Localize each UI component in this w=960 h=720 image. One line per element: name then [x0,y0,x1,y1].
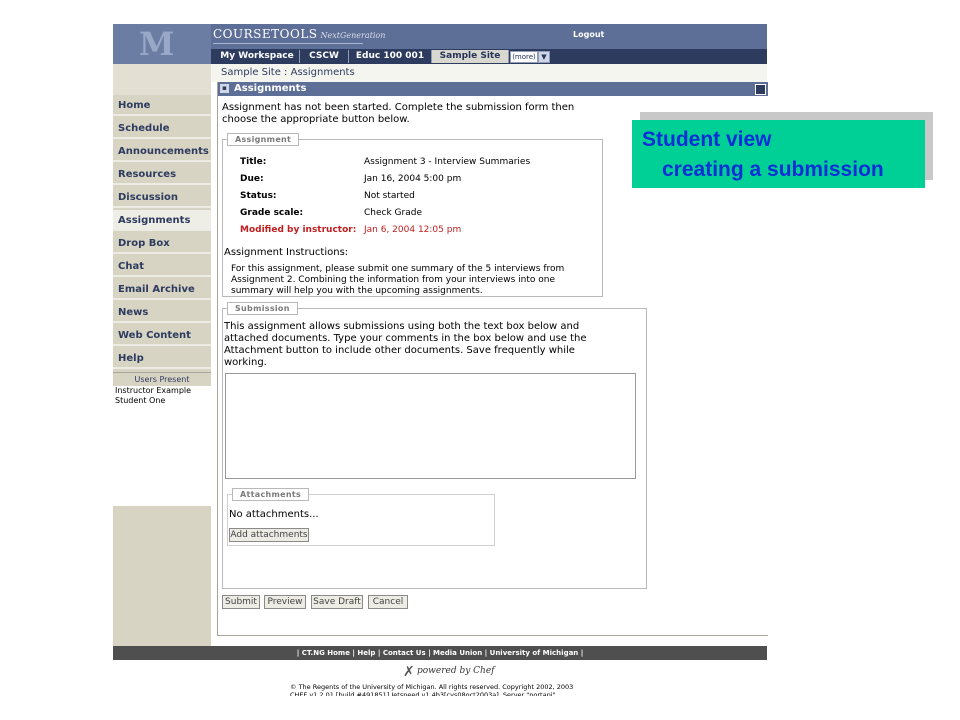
status-intro-line: choose the appropriate button below. [222,114,410,125]
powered-by-text: powered by Chef [417,666,495,676]
detail-value: Assignment 3 - Interview Summaries [364,157,531,167]
callout-line: Student view [642,128,772,151]
instructions-line: Assignment 2. Combining the information … [231,275,555,285]
detail-value: Check Grade [364,208,422,218]
sidebar-item-drop-box[interactable]: Drop Box [113,233,211,254]
submission-help-line: Attachment button to include other docum… [224,345,575,356]
sidebar-top-spacer [113,64,211,95]
tab-sample-site[interactable]: Sample Site [432,50,509,63]
instructions-line: For this assignment, please submit one s… [231,264,565,274]
detail-value: Not started [364,191,415,201]
sidebar-item-help[interactable]: Help [113,348,211,369]
tool-title: Assignments [234,83,307,94]
submission-help-line: attached documents. Type your comments i… [224,333,587,344]
submission-help-line: working. [224,357,267,368]
footer-links[interactable]: | CT.NG Home | Help | Contact Us | Media… [113,646,767,660]
page-title: Sample Site : Assignments [221,67,355,78]
detail-label: Due: [240,174,264,184]
sidebar-item-schedule[interactable]: Schedule [113,118,211,139]
detail-label: Modified by instructor: [240,225,357,235]
user-name: Student One [115,396,166,405]
brand-subtitle: NextGeneration [320,31,386,40]
site-tabs: My Workspace CSCW Educ 100 001 Sample Si… [211,49,767,64]
tool-title-bar: ▪ Assignments [218,82,768,96]
copyright-line: CHEF v1.2.01 [build #491851] Jetspeed v1… [290,691,556,696]
annotation-callout: Student view creating a submission [632,120,925,188]
brand-title: COURSETOOLS NextGeneration [213,27,385,41]
university-logo[interactable]: M [113,24,211,64]
detail-label: Title: [240,157,267,167]
status-intro-line: Assignment has not been started. Complet… [222,102,575,113]
users-present-list: Instructor Example Student One [113,386,211,506]
instructions-label: Assignment Instructions: [224,247,349,258]
preview-button[interactable]: Preview [264,595,306,609]
tool-sidebar: Home Schedule Announcements Resources Di… [113,64,211,648]
chevron-down-icon[interactable]: ▼ [538,51,550,63]
detail-label: Status: [240,191,277,201]
sidebar-bottom-fill [113,506,211,648]
chef-logo-icon: ✗ [403,664,415,680]
tool-reset-icon[interactable]: ▪ [220,84,229,93]
users-present-heading: Users Present [113,372,211,386]
logout-link[interactable]: Logout [573,30,604,39]
attachments-box: Attachments No attachments... Add attach… [227,488,495,546]
site-title-bar: Sample Site : Assignments [211,64,767,82]
submission-text-area[interactable] [225,373,636,479]
sidebar-item-home[interactable]: Home [113,95,211,116]
submission-help-line: This assignment allows submissions using… [224,321,580,332]
copyright-line: © The Regents of the University of Michi… [290,683,574,691]
tab-educ-100-001[interactable]: Educ 100 001 [349,50,432,63]
more-sites-select[interactable]: (more) [510,51,538,63]
no-attachments-text: No attachments... [229,509,319,520]
sidebar-item-chat[interactable]: Chat [113,256,211,277]
detail-value: Jan 6, 2004 12:05 pm [364,225,462,235]
attachments-legend: Attachments [232,488,310,501]
powered-by-chef-logo: ✗ powered by Chef [403,664,523,680]
submission-box: Submission This assignment allows submis… [222,302,647,589]
tab-cscw[interactable]: CSCW [300,50,349,63]
brand-name: COURSETOOLS [213,27,318,41]
copyright-text: © The Regents of the University of Michi… [290,683,630,696]
user-name: Instructor Example [115,386,192,395]
assignment-details-box: Assignment Title: Assignment 3 - Intervi… [222,133,603,297]
sidebar-item-assignments[interactable]: Assignments [113,210,211,231]
cancel-button[interactable]: Cancel [368,595,408,609]
instructions-line: summary will help you with the upcoming … [231,286,483,296]
sidebar-item-discussion[interactable]: Discussion [113,187,211,208]
block-m-logo-icon: M [139,25,174,63]
sidebar-item-announcements[interactable]: Announcements [113,141,211,162]
detail-label: Grade scale: [240,208,304,218]
sidebar-item-news[interactable]: News [113,302,211,323]
assignment-legend: Assignment [227,133,300,146]
sidebar-item-web-content[interactable]: Web Content [113,325,211,346]
maximize-icon[interactable] [755,84,766,95]
save-draft-button[interactable]: Save Draft [311,595,363,609]
callout-line: creating a submission [662,158,884,181]
site-header: COURSETOOLS NextGeneration Logout [113,24,767,49]
brand-underline [213,43,363,44]
submit-button[interactable]: Submit [222,595,260,609]
tab-my-workspace[interactable]: My Workspace [215,50,300,63]
submission-legend: Submission [227,302,298,315]
add-attachments-button[interactable]: Add attachments [229,528,309,542]
sidebar-item-email-archive[interactable]: Email Archive [113,279,211,300]
sidebar-item-resources[interactable]: Resources [113,164,211,185]
detail-value: Jan 16, 2004 5:00 pm [364,174,462,184]
